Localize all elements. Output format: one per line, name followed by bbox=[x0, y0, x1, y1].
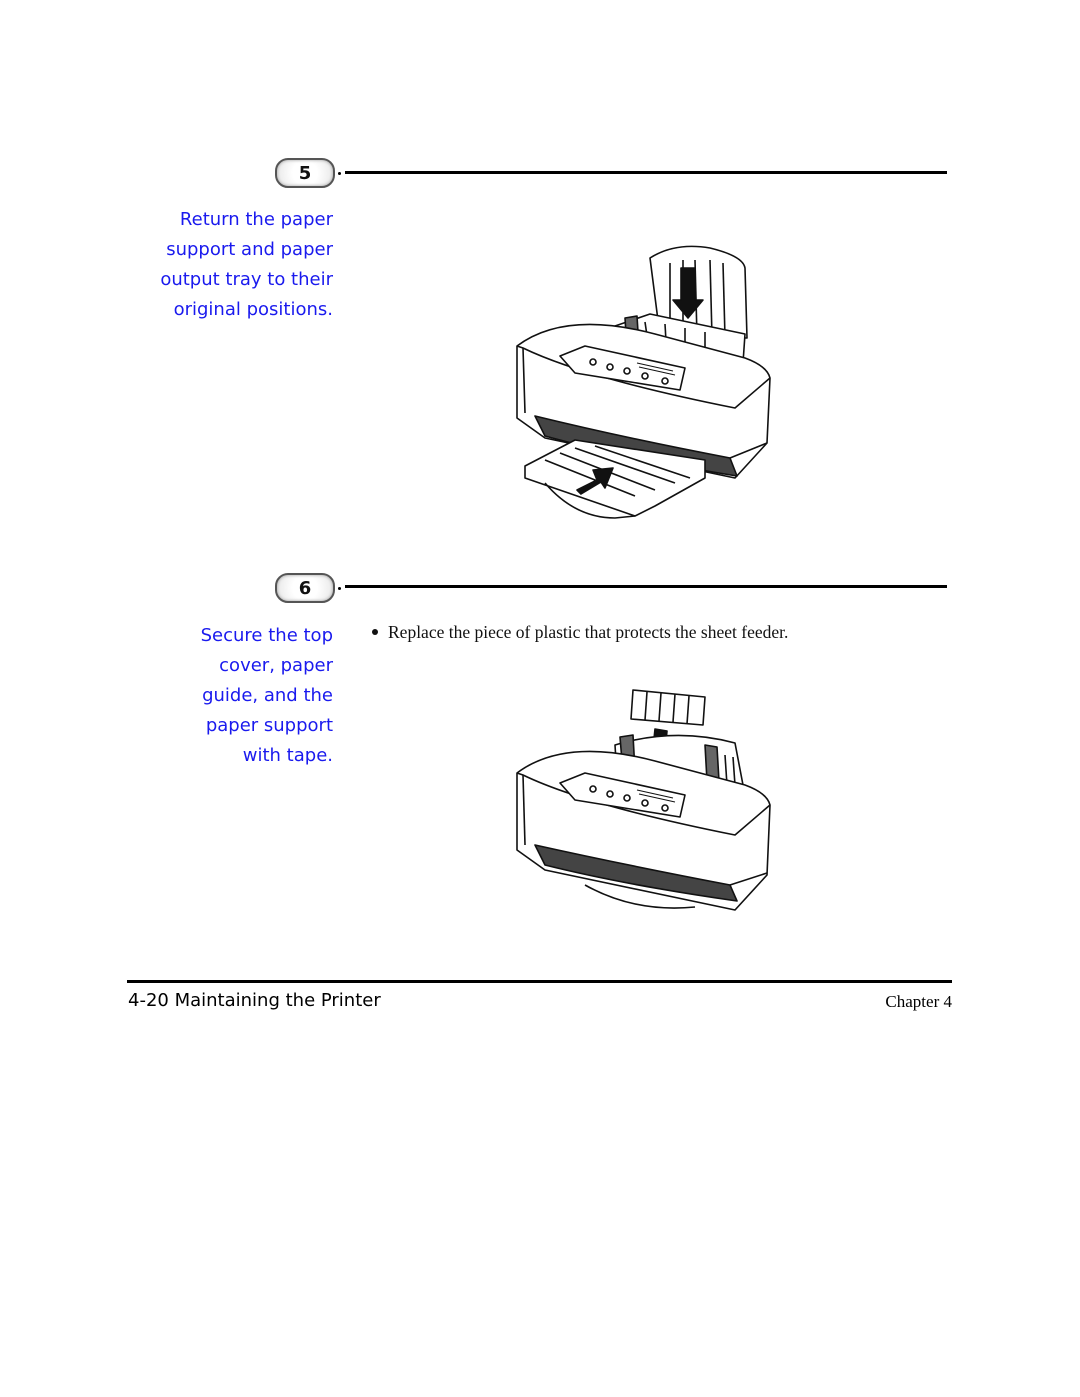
caption-line: cover, paper bbox=[219, 655, 333, 676]
step-number: 6 bbox=[298, 577, 312, 599]
step-6-badge: 6 bbox=[275, 573, 335, 603]
bullet-icon bbox=[372, 628, 378, 635]
step-5-rule bbox=[345, 171, 947, 174]
bullet-item: Replace the piece of plastic that protec… bbox=[372, 622, 788, 643]
step-6-rule bbox=[345, 585, 947, 588]
step-number: 5 bbox=[298, 162, 312, 184]
caption-line: guide, and the bbox=[202, 685, 333, 706]
footer-chapter: Chapter 4 bbox=[885, 992, 952, 1011]
step-5-badge: 5 bbox=[275, 158, 335, 188]
caption-line: original positions. bbox=[173, 299, 333, 320]
footer-rule bbox=[127, 980, 952, 983]
bullet-text: Replace the piece of plastic that protec… bbox=[388, 622, 789, 642]
caption-line: with tape. bbox=[242, 745, 333, 766]
step-5-rule-dot bbox=[338, 172, 341, 175]
caption-line: Return the paper bbox=[179, 209, 333, 230]
step-6-rule-dot bbox=[338, 587, 341, 590]
footer-page-title: 4-20 Maintaining the Printer bbox=[128, 990, 381, 1011]
caption-line: paper support bbox=[205, 715, 333, 736]
caption-line: Secure the top bbox=[200, 625, 333, 646]
printer-paper-support-output-tray-illustration bbox=[516, 245, 771, 519]
step-6-caption: Secure the top cover, paper guide, and t… bbox=[103, 621, 333, 771]
caption-line: support and paper bbox=[166, 239, 333, 260]
caption-line: output tray to their bbox=[160, 269, 333, 290]
step-5-caption: Return the paper support and paper outpu… bbox=[103, 205, 333, 325]
printer-sheet-feeder-cover-illustration bbox=[516, 689, 771, 911]
